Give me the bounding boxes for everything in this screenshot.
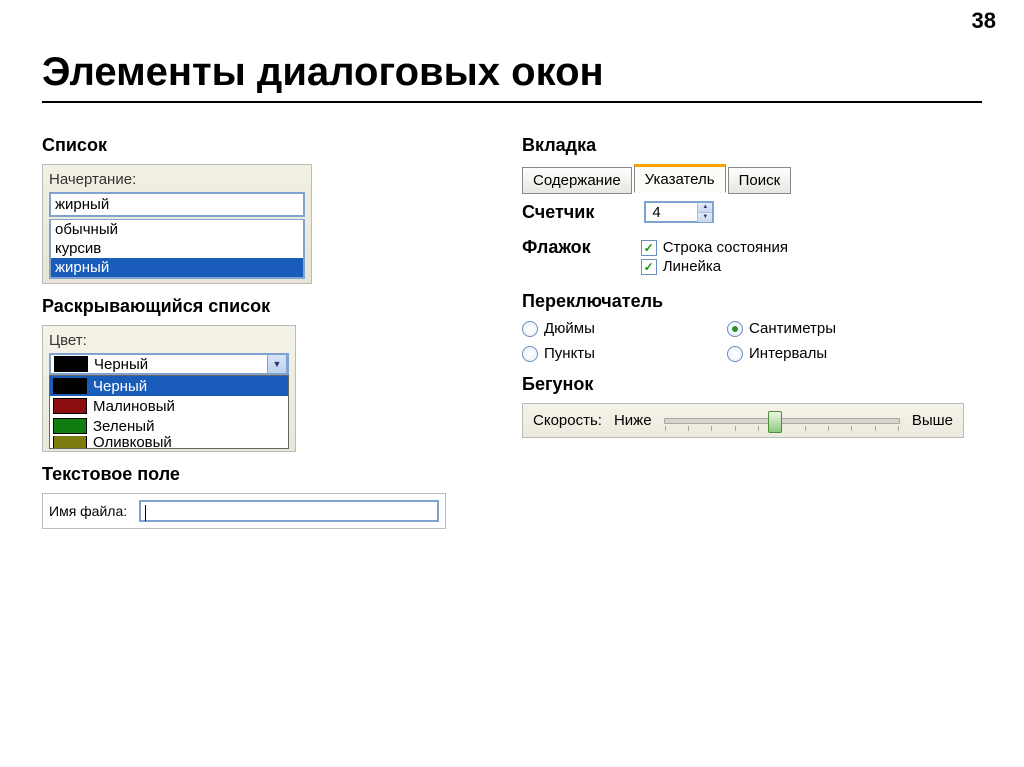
dropdown-item[interactable]: Оливковый <box>50 436 288 448</box>
textfield-widget: Имя файла: <box>42 493 446 529</box>
list-item[interactable]: жирный <box>51 258 303 277</box>
dropdown-item[interactable]: Черный <box>50 376 288 396</box>
color-swatch <box>54 356 88 372</box>
dropdown-item[interactable]: Малиновый <box>50 396 288 416</box>
page-number: 38 <box>972 8 996 34</box>
list-value-input[interactable]: жирный <box>49 192 305 217</box>
color-swatch <box>53 418 87 434</box>
tab-search[interactable]: Поиск <box>728 167 792 194</box>
slider-max-label: Выше <box>912 412 953 429</box>
chevron-down-icon[interactable]: ▼ <box>267 354 287 374</box>
radio-input[interactable] <box>727 346 743 362</box>
section-tabs-label: Вкладка <box>522 135 982 156</box>
section-checkbox-label: Флажок <box>522 237 591 258</box>
radio-group: Дюймы Сантиметры Пункты Интервалы <box>522 320 902 362</box>
dropdown-item[interactable]: Зеленый <box>50 416 288 436</box>
checkbox-row[interactable]: ✓ Линейка <box>641 258 788 275</box>
slider-ticks <box>665 426 899 431</box>
section-textfield-label: Текстовое поле <box>42 464 462 485</box>
radio-row[interactable]: Дюймы <box>522 320 697 337</box>
dropdown-item-label: Оливковый <box>93 436 172 448</box>
radio-label: Дюймы <box>544 320 595 337</box>
list-items[interactable]: обычный курсив жирный <box>49 219 305 279</box>
spinner-input[interactable]: 4 ▲ ▼ <box>644 201 714 223</box>
dropdown-widget: Цвет: Черный ▼ Черный Малиновый <box>42 325 296 452</box>
chevron-down-icon[interactable]: ▼ <box>698 212 712 222</box>
list-caption: Начертание: <box>49 171 305 188</box>
dropdown-current[interactable]: Черный ▼ <box>49 353 289 375</box>
dropdown-item-label: Черный <box>93 378 147 395</box>
chevron-up-icon[interactable]: ▲ <box>698 203 712 212</box>
radio-label: Сантиметры <box>749 320 836 337</box>
spinner-buttons: ▲ ▼ <box>697 203 712 222</box>
page-title: Элементы диалоговых окон <box>42 50 982 95</box>
slider-label: Скорость: <box>533 412 602 429</box>
textfield-input[interactable] <box>139 500 439 522</box>
color-swatch <box>53 436 87 448</box>
checkbox-label: Линейка <box>663 258 721 275</box>
dropdown-item-label: Зеленый <box>93 418 154 435</box>
dropdown-caption: Цвет: <box>49 332 289 349</box>
dropdown-item-label: Малиновый <box>93 398 175 415</box>
list-widget: Начертание: жирный обычный курсив жирный <box>42 164 312 284</box>
section-radio-label: Переключатель <box>522 291 982 312</box>
slider-track[interactable] <box>664 418 900 424</box>
radio-row[interactable]: Сантиметры <box>727 320 902 337</box>
tab-contents[interactable]: Содержание <box>522 167 632 194</box>
section-spinner-label: Счетчик <box>522 202 594 223</box>
radio-input[interactable] <box>522 321 538 337</box>
slider-handle[interactable] <box>768 411 782 433</box>
slider-widget: Скорость: Ниже Выше <box>522 403 964 438</box>
radio-input[interactable] <box>727 321 743 337</box>
caret-icon <box>145 505 146 521</box>
checkbox-input[interactable]: ✓ <box>641 259 657 275</box>
radio-input[interactable] <box>522 346 538 362</box>
tabs-widget: Содержание Указатель Поиск <box>522 164 982 193</box>
section-slider-label: Бегунок <box>522 374 982 395</box>
list-item[interactable]: обычный <box>51 220 303 239</box>
radio-row[interactable]: Пункты <box>522 345 697 362</box>
slider-min-label: Ниже <box>614 412 652 429</box>
textfield-label: Имя файла: <box>49 503 127 519</box>
color-swatch <box>53 398 87 414</box>
radio-label: Пункты <box>544 345 595 362</box>
dropdown-current-name: Черный <box>94 356 267 373</box>
checkbox-row[interactable]: ✓ Строка состояния <box>641 239 788 256</box>
list-item[interactable]: курсив <box>51 239 303 258</box>
checkbox-label: Строка состояния <box>663 239 788 256</box>
tab-index[interactable]: Указатель <box>634 164 726 193</box>
color-swatch <box>53 378 87 394</box>
section-list-label: Список <box>42 135 462 156</box>
checkbox-group: ✓ Строка состояния ✓ Линейка <box>641 237 788 277</box>
section-dropdown-label: Раскрывающийся список <box>42 296 462 317</box>
divider <box>42 101 982 103</box>
checkbox-input[interactable]: ✓ <box>641 240 657 256</box>
spinner-value: 4 <box>646 204 697 221</box>
radio-label: Интервалы <box>749 345 827 362</box>
radio-row[interactable]: Интервалы <box>727 345 902 362</box>
dropdown-list[interactable]: Черный Малиновый Зеленый Оливковый <box>49 375 289 449</box>
